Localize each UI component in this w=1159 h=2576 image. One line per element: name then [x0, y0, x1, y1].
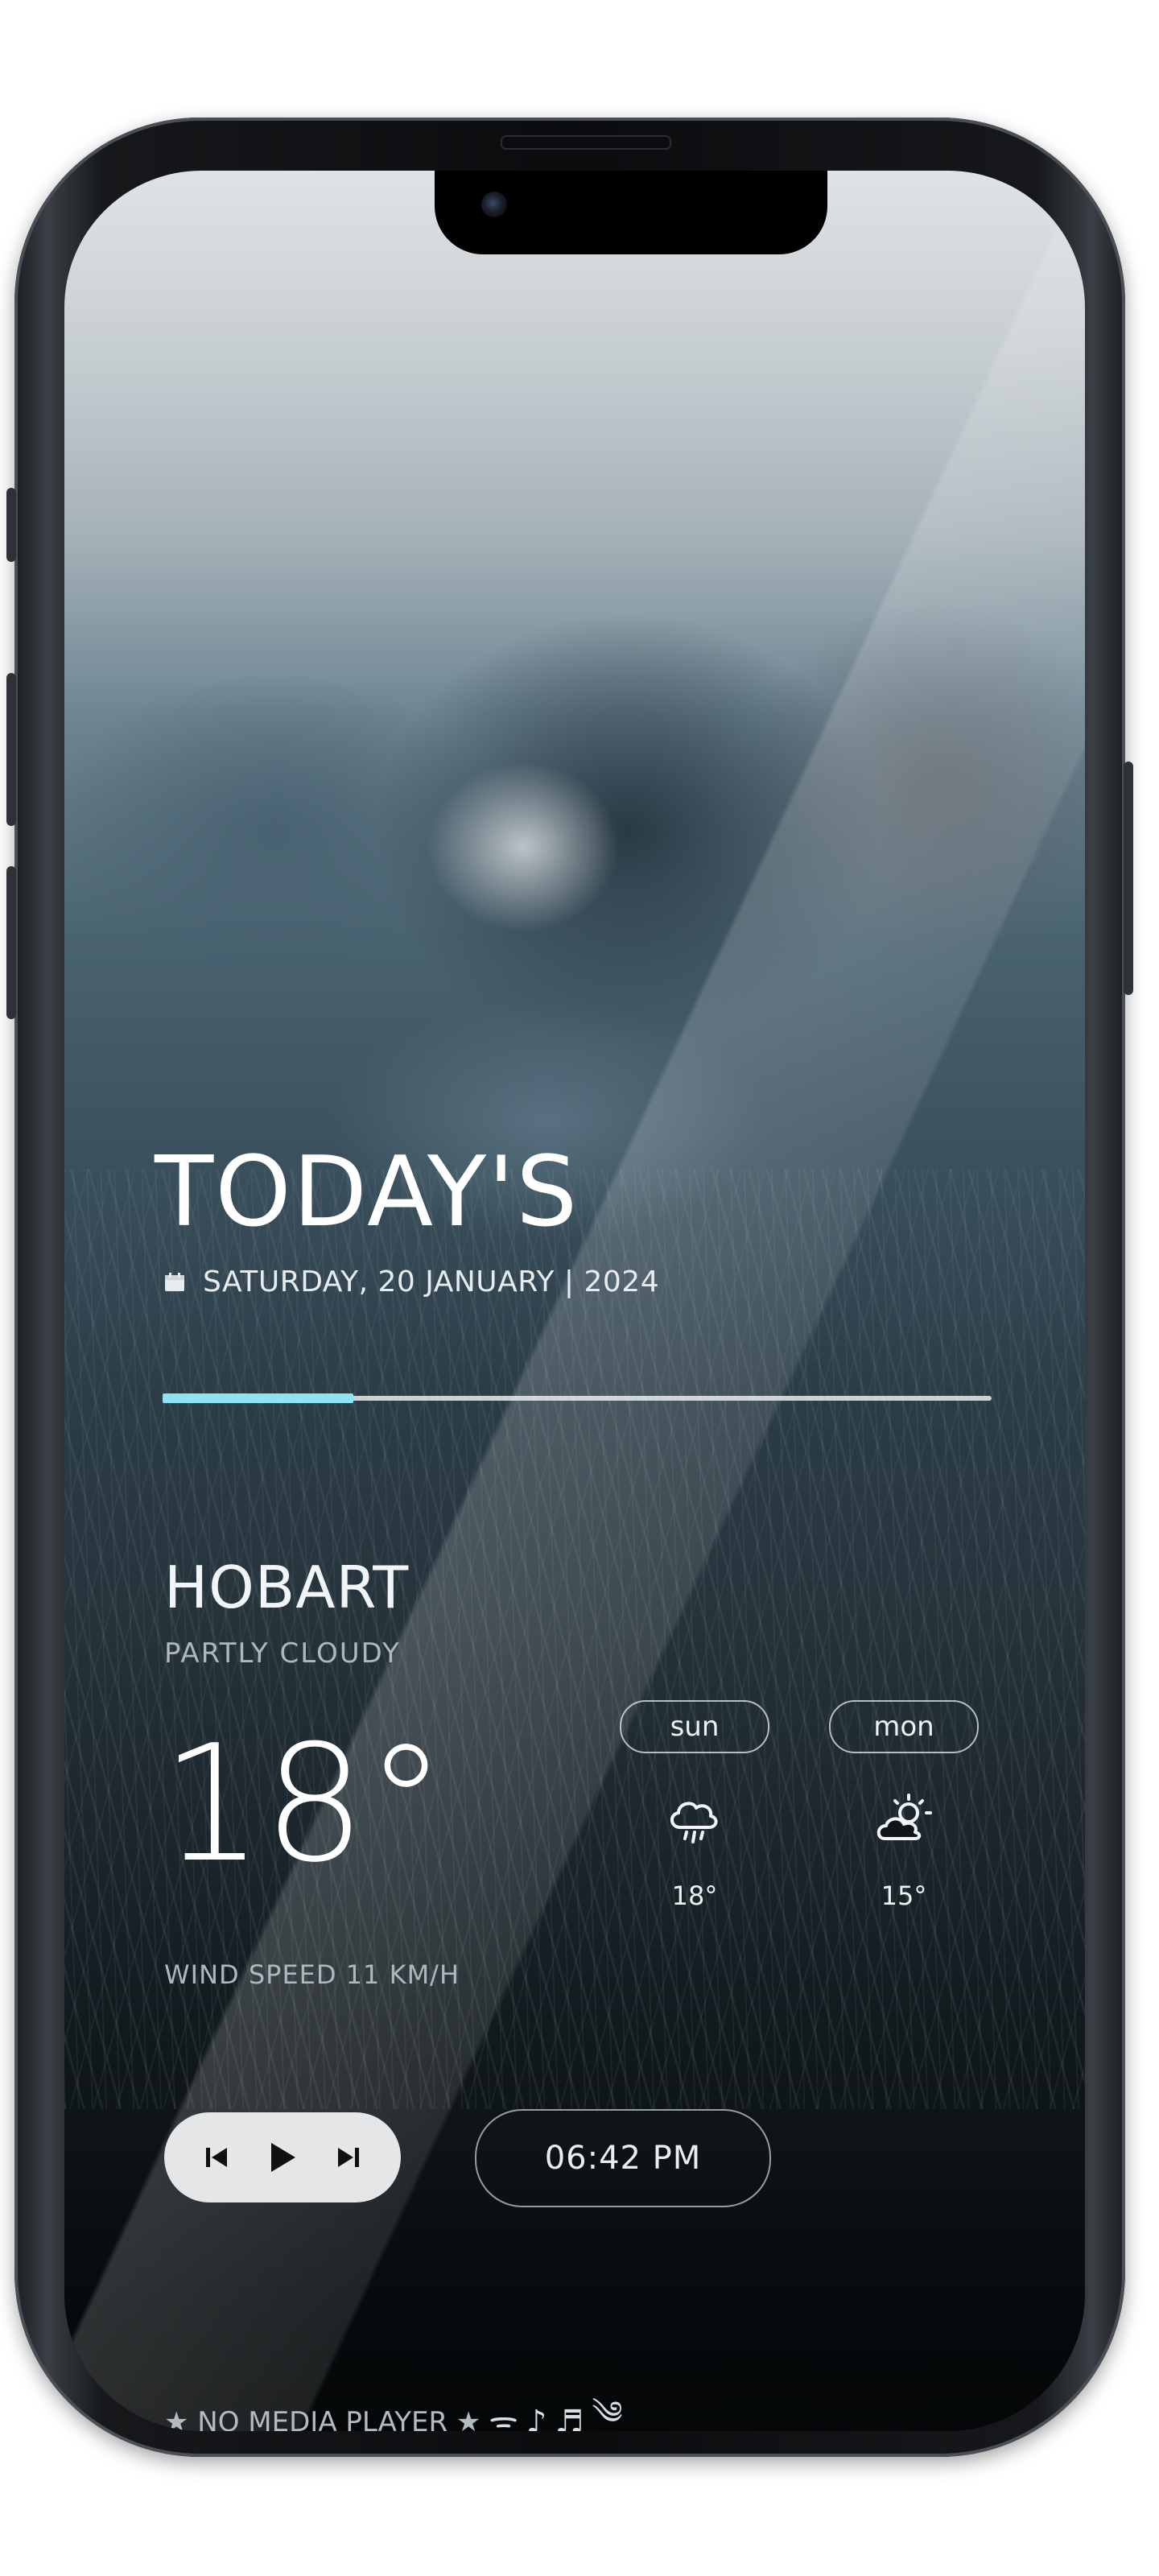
- forecast-day-label[interactable]: sun: [620, 1700, 769, 1753]
- play-button[interactable]: [258, 2133, 307, 2182]
- volume-down-button: [6, 866, 16, 1019]
- forecast-temp: 18°: [671, 1880, 718, 1911]
- clock-display: 06:42 PM: [475, 2109, 771, 2207]
- calendar-icon: [164, 1272, 185, 1292]
- city-name: HOBART: [164, 1554, 410, 1621]
- forecast-day-label[interactable]: mon: [829, 1700, 979, 1753]
- wind-swirl-icon: ༄: [592, 2395, 623, 2431]
- music-notes-icon: ♬: [555, 2403, 584, 2432]
- day-progress-bar: [163, 1393, 992, 1403]
- weather-widget: TODAY'S SATURDAY, 20 JANUARY | 2024 HOBA…: [64, 171, 1085, 2431]
- partly-cloudy-icon: [876, 1794, 932, 1840]
- forecast-day-mon: mon 15°: [829, 1700, 979, 1911]
- skip-next-icon: [338, 2148, 359, 2167]
- forecast-day-sun: sun 18°: [620, 1700, 769, 1911]
- media-status-text: ★ NO MEDIA PLAYER ★: [164, 2405, 481, 2432]
- weather-condition: PARTLY CLOUDY: [164, 1637, 401, 1670]
- wind-speed: WIND SPEED 11 KM/H: [164, 1959, 460, 1990]
- current-temperature: 18°: [161, 1711, 447, 1898]
- forecast-temp: 15°: [881, 1880, 927, 1911]
- media-status: ★ NO MEDIA PLAYER ★ ᯤ ♪ ♬ ༄: [164, 2376, 623, 2431]
- skip-previous-icon: [206, 2148, 227, 2167]
- page-title: TODAY'S: [155, 1137, 580, 1249]
- volume-up-button: [6, 673, 16, 826]
- rain-cloud-icon: [670, 1802, 718, 1843]
- power-button: [1124, 762, 1133, 995]
- skip-previous-button[interactable]: [192, 2133, 241, 2182]
- speaker-grille: [501, 135, 671, 150]
- date-text: SATURDAY, 20 JANUARY | 2024: [203, 1265, 660, 1298]
- day-progress-fill: [163, 1393, 353, 1403]
- play-icon: [271, 2143, 295, 2172]
- media-controls: [164, 2112, 401, 2202]
- date-row: SATURDAY, 20 JANUARY | 2024: [164, 1265, 659, 1298]
- action-button: [6, 488, 16, 562]
- phone-screen: TODAY'S SATURDAY, 20 JANUARY | 2024 HOBA…: [64, 171, 1085, 2431]
- skip-next-button[interactable]: [324, 2133, 373, 2182]
- music-note-icon: ♪: [526, 2403, 547, 2432]
- wifi-icon: ᯤ: [489, 2405, 518, 2431]
